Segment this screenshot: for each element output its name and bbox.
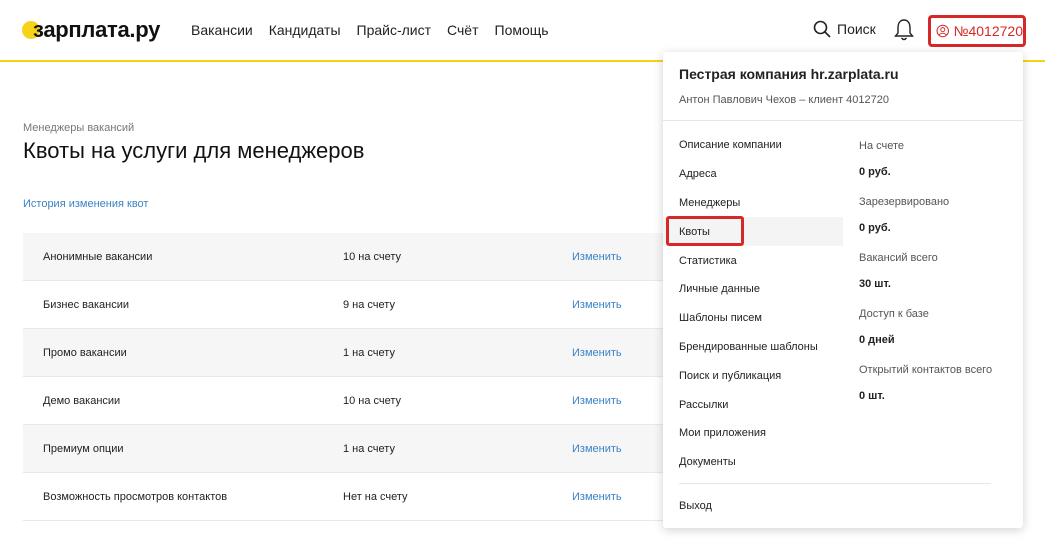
stat-db-access: Доступ к базе 0 дней [859, 308, 992, 364]
quota-name: Анонимные вакансии [43, 250, 153, 263]
quota-name: Премиум опции [43, 442, 124, 455]
menu-item-my-apps[interactable]: Мои приложения [663, 419, 843, 448]
stat-value: 0 руб. [859, 222, 891, 234]
menu-item-documents[interactable]: Документы [663, 448, 843, 477]
quota-table: Анонимные вакансии 10 на счету Изменить … [23, 233, 663, 521]
stat-value: 0 шт. [859, 390, 885, 402]
table-row: Демо вакансии 10 на счету Изменить [23, 377, 663, 425]
stat-contacts-opened: Открытий контактов всего 0 шт. [859, 364, 992, 420]
quota-count: 1 на счету [343, 346, 395, 359]
menu-item-mailings[interactable]: Рассылки [663, 390, 843, 419]
divider [663, 120, 1023, 121]
stat-label: Доступ к базе [859, 308, 929, 320]
search-icon [813, 20, 831, 38]
company-name: Пестрая компания hr.zarplata.ru [679, 66, 899, 82]
stat-value: 30 шт. [859, 278, 891, 290]
menu-item-addresses[interactable]: Адреса [663, 160, 843, 189]
nav-item-candidates[interactable]: Кандидаты [269, 22, 341, 38]
menu-item-company-description[interactable]: Описание компании [663, 131, 843, 160]
quota-name: Возможность просмотров контактов [43, 490, 228, 503]
quota-count: 9 на счету [343, 298, 395, 311]
user-info: Антон Павлович Чехов – клиент 4012720 [679, 94, 890, 106]
quota-highlight-box [666, 216, 744, 246]
change-link[interactable]: Изменить [572, 443, 622, 455]
stat-label: Вакансий всего [859, 252, 938, 264]
menu-item-managers[interactable]: Менеджеры [663, 189, 843, 218]
table-row: Возможность просмотров контактов Нет на … [23, 473, 663, 521]
change-link[interactable]: Изменить [572, 347, 622, 359]
change-link[interactable]: Изменить [572, 251, 622, 263]
quota-name: Демо вакансии [43, 394, 121, 407]
divider [679, 483, 991, 484]
stat-label: Зарезервировано [859, 196, 950, 208]
search-button[interactable]: Поиск [813, 20, 876, 38]
bell-icon[interactable] [893, 18, 915, 42]
quota-count: 10 на счету [343, 394, 402, 407]
page-title: Квоты на услуги для менеджеров [23, 138, 365, 163]
stat-value: 0 дней [859, 334, 895, 346]
stat-vacancies: Вакансий всего 30 шт. [859, 252, 992, 308]
history-link[interactable]: История изменения квот [23, 198, 148, 210]
quota-count: Нет на счету [343, 490, 408, 503]
table-row: Бизнес вакансии 9 на счету Изменить [23, 281, 663, 329]
table-row: Промо вакансии 1 на счету Изменить [23, 329, 663, 377]
menu-item-statistics[interactable]: Статистика [663, 246, 843, 275]
quota-count: 1 на счету [343, 442, 395, 455]
nav-item-help[interactable]: Помощь [495, 22, 549, 38]
logout-button[interactable]: Выход [679, 500, 712, 512]
nav-item-pricelist[interactable]: Прайс-лист [357, 22, 432, 38]
quota-count: 10 на счету [343, 250, 402, 263]
menu-item-mail-templates[interactable]: Шаблоны писем [663, 304, 843, 333]
menu-item-branded-templates[interactable]: Брендированные шаблоны [663, 333, 843, 362]
stat-value: 0 руб. [859, 166, 891, 178]
stat-reserved: Зарезервировано 0 руб. [859, 196, 992, 252]
change-link[interactable]: Изменить [572, 299, 622, 311]
nav-item-bill[interactable]: Счёт [447, 22, 478, 38]
account-stats: На счете 0 руб. Зарезервировано 0 руб. В… [859, 140, 992, 420]
stat-balance: На счете 0 руб. [859, 140, 992, 196]
site-logo[interactable]: зарплата.ру [22, 16, 160, 44]
quota-name: Промо вакансии [43, 346, 127, 359]
breadcrumb[interactable]: Менеджеры вакансий [23, 122, 134, 134]
menu-item-search-publication[interactable]: Поиск и публикация [663, 361, 843, 390]
change-link[interactable]: Изменить [572, 395, 622, 407]
main-nav: Вакансии Кандидаты Прайс-лист Счёт Помощ… [191, 22, 549, 38]
user-icon [936, 24, 949, 38]
change-link[interactable]: Изменить [572, 491, 622, 503]
table-row: Анонимные вакансии 10 на счету Изменить [23, 233, 663, 281]
account-button[interactable]: №4012720 [928, 15, 1026, 47]
logo-text: зарплата.ру [33, 17, 161, 42]
account-dropdown: Пестрая компания hr.zarplata.ru Антон Па… [663, 52, 1023, 528]
search-label: Поиск [837, 21, 876, 37]
account-number: №4012720 [953, 23, 1023, 39]
table-row: Премиум опции 1 на счету Изменить [23, 425, 663, 473]
menu-item-personal-data[interactable]: Личные данные [663, 275, 843, 304]
nav-item-vacancies[interactable]: Вакансии [191, 22, 253, 38]
stat-label: На счете [859, 140, 905, 152]
account-menu: Описание компании Адреса Менеджеры Квоты… [663, 131, 843, 477]
quota-name: Бизнес вакансии [43, 298, 130, 311]
stat-label: Открытий контактов всего [859, 364, 993, 376]
